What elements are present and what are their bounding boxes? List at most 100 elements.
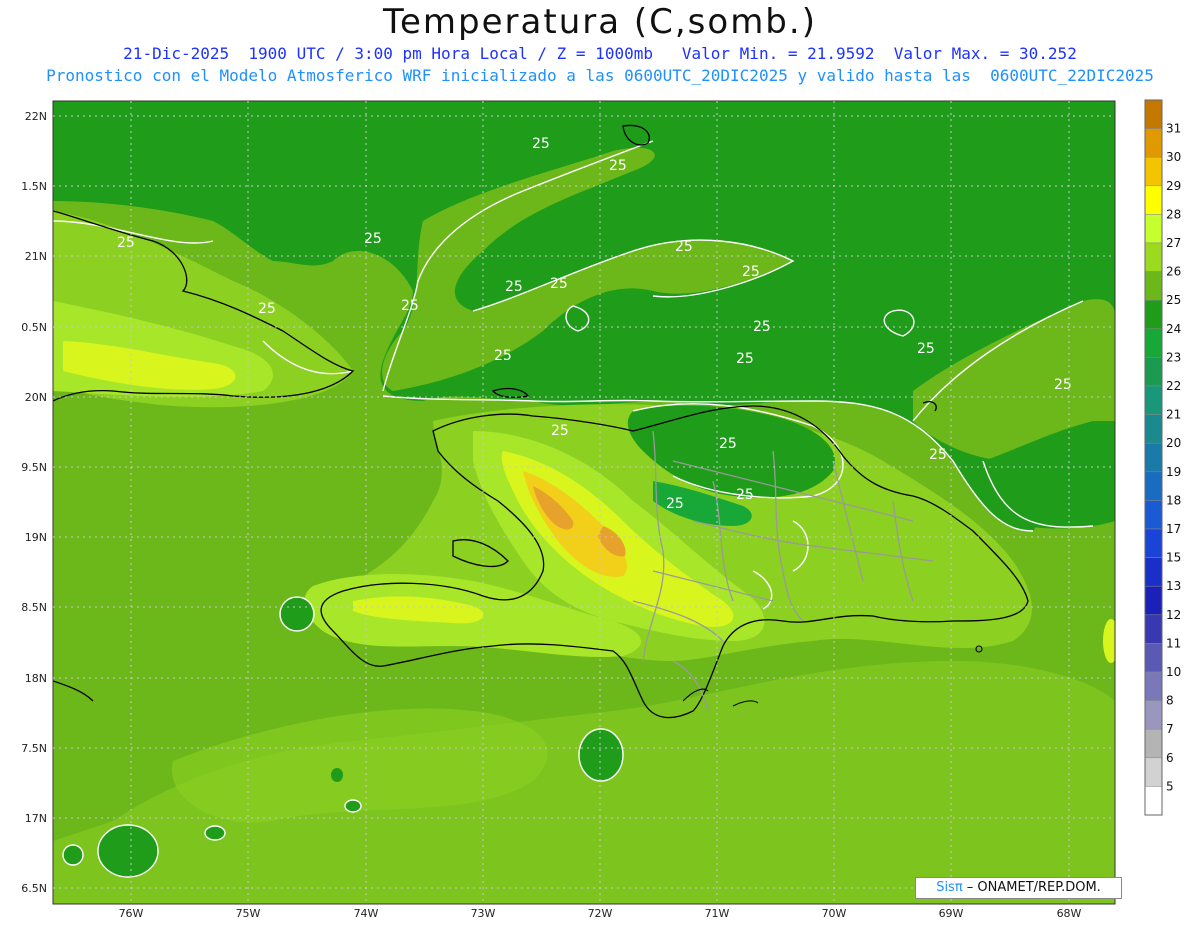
colorbar-label: 20 bbox=[1166, 436, 1181, 450]
contour-label: 25 bbox=[364, 231, 382, 247]
colorbar-label: 25 bbox=[1166, 293, 1181, 307]
contour-label: 25 bbox=[1054, 377, 1072, 393]
colorbar-swatch bbox=[1144, 328, 1163, 358]
colorbar-label: 10 bbox=[1166, 665, 1181, 679]
lat-tick: 9.5N bbox=[21, 461, 47, 474]
colorbar-swatch bbox=[1144, 414, 1163, 444]
colorbar: 31 30 29 28 27 26 25 24 23 22 21 20 19 18 17 15 13 12 11 10… bbox=[1144, 99, 1181, 816]
sispi-logo: Sisπ bbox=[936, 880, 963, 895]
contour-label: 25 bbox=[258, 301, 276, 317]
lon-tick: 76W bbox=[119, 907, 144, 920]
colorbar-swatch bbox=[1144, 271, 1163, 301]
colorbar-label: 19 bbox=[1166, 465, 1181, 479]
lat-tick: 18N bbox=[25, 672, 47, 685]
colorbar-swatch bbox=[1144, 528, 1163, 558]
colorbar-swatch bbox=[1144, 471, 1163, 501]
contour-label: 25 bbox=[675, 239, 693, 255]
colorbar-swatch bbox=[1144, 643, 1163, 673]
colorbar-swatch bbox=[1144, 156, 1163, 187]
latitude-ticks: 22N 1.5N 21N 0.5N 20N 9.5N 19N 8.5N 18N … bbox=[21, 110, 47, 895]
colorbar-label: 27 bbox=[1166, 236, 1181, 250]
colorbar-label: 24 bbox=[1166, 322, 1181, 336]
contour-label: 25 bbox=[609, 158, 627, 174]
colorbar-swatch bbox=[1144, 128, 1163, 158]
contour-label: 25 bbox=[550, 276, 568, 292]
credit-box: Sisπ – ONAMET/REP.DOM. bbox=[915, 877, 1122, 899]
colorbar-swatch bbox=[1144, 614, 1163, 644]
colorbar-label: 18 bbox=[1166, 493, 1181, 507]
lat-tick: 1.5N bbox=[21, 180, 47, 193]
colorbar-swatch bbox=[1144, 442, 1163, 473]
colorbar-label: 15 bbox=[1166, 551, 1181, 565]
colorbar-label: 22 bbox=[1166, 379, 1181, 393]
contour-label: 25 bbox=[666, 496, 684, 512]
lon-tick: 75W bbox=[236, 907, 261, 920]
colorbar-label: 12 bbox=[1166, 608, 1181, 622]
colorbar-label: 26 bbox=[1166, 265, 1181, 279]
colorbar-swatch bbox=[1144, 214, 1163, 244]
colorbar-swatch bbox=[1144, 357, 1163, 387]
colorbar-swatch bbox=[1144, 385, 1163, 415]
colorbar-swatch bbox=[1144, 99, 1163, 129]
colorbar-swatch bbox=[1144, 671, 1163, 701]
contour-label: 25 bbox=[719, 436, 737, 452]
contour-label: 25 bbox=[494, 348, 512, 364]
colorbar-swatch bbox=[1144, 557, 1163, 587]
lat-tick: 20N bbox=[25, 391, 47, 404]
lat-tick: 6.5N bbox=[21, 882, 47, 895]
lat-tick: 0.5N bbox=[21, 321, 47, 334]
lat-tick: 17N bbox=[25, 812, 47, 825]
colorbar-label: 13 bbox=[1166, 579, 1181, 593]
lon-tick: 68W bbox=[1057, 907, 1082, 920]
contour-label: 25 bbox=[401, 298, 419, 314]
colorbar-label: 21 bbox=[1166, 408, 1181, 422]
lat-tick: 22N bbox=[25, 110, 47, 123]
temperature-map: 25 25 25 25 25 25 25 25 25 25 25 25 25 2… bbox=[53, 101, 1115, 904]
contour-label: 25 bbox=[551, 423, 569, 439]
colorbar-label: 30 bbox=[1166, 150, 1181, 164]
colorbar-label: 17 bbox=[1166, 522, 1181, 536]
colorbar-label: 5 bbox=[1166, 779, 1174, 793]
contour-label: 25 bbox=[736, 351, 754, 367]
colorbar-frame bbox=[1144, 99, 1163, 816]
colorbar-label: 6 bbox=[1166, 751, 1174, 765]
colorbar-swatch bbox=[1144, 585, 1163, 616]
contour-label: 25 bbox=[929, 447, 947, 463]
colorbar-swatch bbox=[1144, 786, 1163, 816]
contour-label: 25 bbox=[917, 341, 935, 357]
field-24-sw-5 bbox=[331, 768, 343, 782]
colorbar-label: 7 bbox=[1166, 722, 1174, 736]
lon-tick: 73W bbox=[471, 907, 496, 920]
colorbar-label: 11 bbox=[1166, 636, 1181, 650]
credit-text: – ONAMET/REP.DOM. bbox=[962, 880, 1101, 895]
lat-tick: 7.5N bbox=[21, 742, 47, 755]
lat-tick: 8.5N bbox=[21, 601, 47, 614]
colorbar-label: 29 bbox=[1166, 179, 1181, 193]
lat-tick: 19N bbox=[25, 531, 47, 544]
colorbar-swatch bbox=[1144, 757, 1163, 787]
colorbar-swatch bbox=[1144, 500, 1163, 530]
colorbar-label: 28 bbox=[1166, 207, 1181, 221]
contour-label: 25 bbox=[117, 235, 135, 251]
colorbar-swatch bbox=[1144, 299, 1163, 330]
lat-tick: 21N bbox=[25, 250, 47, 263]
contour-label: 25 bbox=[736, 487, 754, 503]
lon-tick: 71W bbox=[705, 907, 730, 920]
lon-tick: 72W bbox=[588, 907, 613, 920]
colorbar-swatch bbox=[1144, 728, 1163, 759]
model-run-subtitle: Pronostico con el Modelo Atmosferico WRF… bbox=[46, 66, 1154, 85]
contour-label: 25 bbox=[742, 264, 760, 280]
forecast-time-subtitle: 21-Dic-2025 1900 UTC / 3:00 pm Hora Loca… bbox=[123, 44, 1077, 63]
colorbar-swatch bbox=[1144, 242, 1163, 272]
colorbar-label: 8 bbox=[1166, 694, 1174, 708]
contour-label: 25 bbox=[753, 319, 771, 335]
lon-tick: 69W bbox=[939, 907, 964, 920]
lon-tick: 74W bbox=[354, 907, 379, 920]
contour-label: 25 bbox=[532, 136, 550, 152]
colorbar-swatch bbox=[1144, 700, 1163, 730]
contour-label: 25 bbox=[505, 279, 523, 295]
colorbar-swatch bbox=[1144, 185, 1163, 215]
colorbar-label: 31 bbox=[1166, 122, 1181, 136]
map-title: Temperatura (C,somb.) bbox=[383, 2, 817, 42]
lon-tick: 70W bbox=[822, 907, 847, 920]
